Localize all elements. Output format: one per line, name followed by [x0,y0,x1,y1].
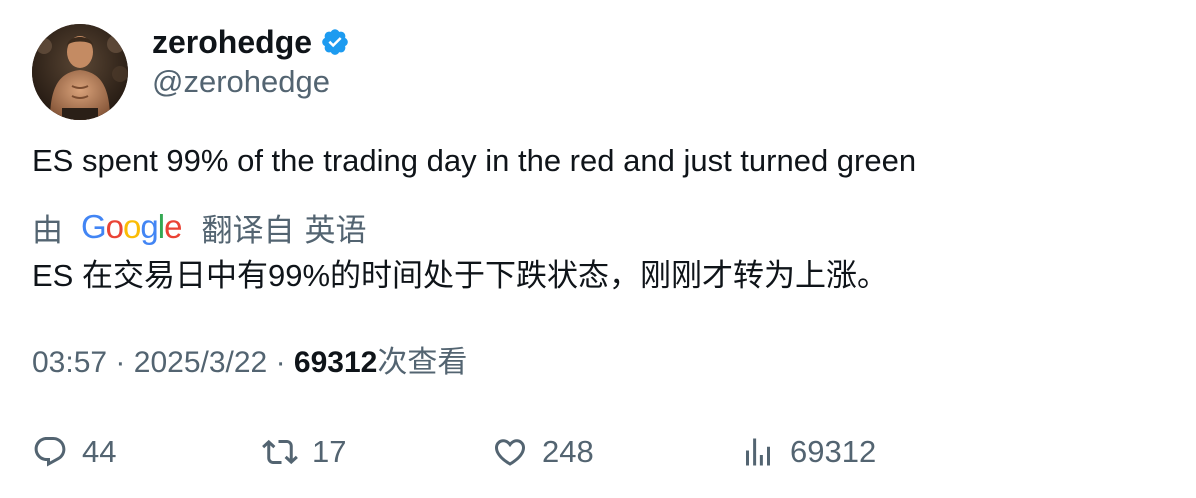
retweet-button[interactable]: 17 [262,430,346,474]
google-logo-letter: g [140,208,158,245]
action-bar: 44 17 248 69312 [0,430,1196,474]
retweet-icon [262,439,298,465]
avatar[interactable] [32,24,128,120]
verified-badge-icon[interactable] [320,27,350,57]
google-logo-letter: o [123,208,141,245]
heart-icon [494,439,526,466]
views-count: 69312 [293,346,378,379]
like-button[interactable]: 248 [492,430,594,474]
views-button[interactable]: 69312 [740,430,876,474]
meta-separator-2: · [275,346,286,379]
translated-tweet-text: ES 在交易日中有99%的时间处于下跌状态，刚刚才转为上涨。 [32,258,889,293]
translation-attribution: 由 Google 翻译自 英语 [32,207,367,248]
bar-chart-icon [746,438,770,466]
google-logo-letter: e [164,208,182,245]
avatar-image [32,24,128,120]
google-logo-letter: G [81,208,107,245]
translation-suffix: 翻译自 [201,212,295,248]
google-logo-letter: o [105,208,124,245]
like-count: 248 [542,434,594,469]
translation-prefix: 由 [32,212,63,248]
author-name-row: zerohedge [152,22,350,62]
tweet-time[interactable]: 03:57 [32,346,107,379]
reply-icon [34,437,66,467]
retweet-count: 17 [312,434,347,469]
translation-source-language: 英语 [304,212,367,248]
reply-count: 44 [82,434,117,469]
tweet-meta: 03:57 · 2025/3/22 · 69312次查看 [32,343,467,383]
meta-separator: · [115,346,126,379]
views-label: 次查看 [377,346,468,379]
tweet-text: ES spent 99% of the trading day in the r… [32,143,917,178]
author-display-name[interactable]: zerohedge [152,22,312,62]
reply-button[interactable]: 44 [32,430,116,474]
tweet-date[interactable]: 2025/3/22 [134,346,267,379]
views-action-count: 69312 [790,434,877,469]
author-handle[interactable]: @zerohedge [152,62,330,102]
google-logo[interactable]: Google [81,207,182,247]
